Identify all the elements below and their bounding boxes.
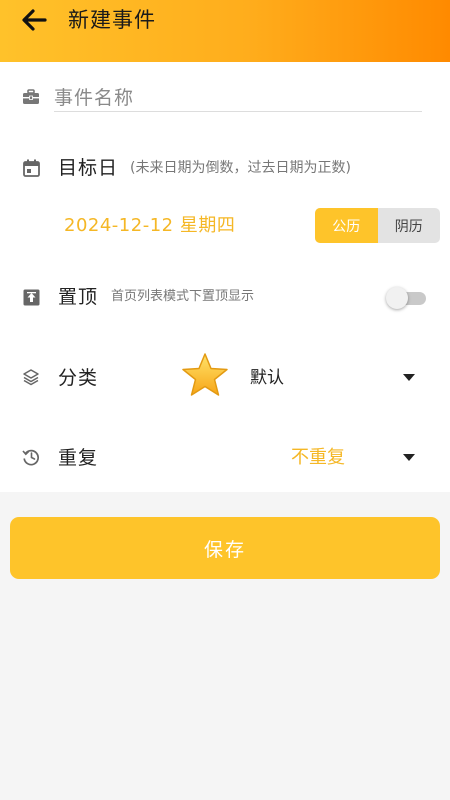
arrow-left-icon <box>22 9 47 31</box>
pin-top-switch[interactable] <box>386 287 426 309</box>
solar-calendar-option[interactable]: 公历 <box>315 208 378 243</box>
repeat-value[interactable]: 不重复 <box>291 444 345 472</box>
repeat-label: 重复 <box>58 447 99 469</box>
save-button[interactable]: 保存 <box>10 517 440 579</box>
date-picker-value[interactable]: 2024-12-12 星期四 <box>64 212 235 240</box>
event-name-input[interactable] <box>54 84 422 112</box>
category-value[interactable]: 默认 <box>250 364 284 392</box>
pin-top-hint: 首页列表模式下置顶显示 <box>111 289 255 304</box>
event-form: 目标日 (未来日期为倒数，过去日期为正数) 2024-12-12 星期四 公历 … <box>0 62 450 492</box>
pin-top-icon <box>20 286 42 308</box>
back-button[interactable] <box>16 4 52 36</box>
briefcase-icon <box>20 86 42 108</box>
page-title: 新建事件 <box>68 8 156 32</box>
lunar-calendar-option[interactable]: 阴历 <box>378 208 441 243</box>
target-date-hint: (未来日期为倒数，过去日期为正数) <box>130 160 351 176</box>
category-label: 分类 <box>58 367 99 389</box>
history-icon <box>20 446 42 468</box>
new-event-screen: 新建事件 事件名称 目标日 (未来日期为倒数，过去日期为正数) 2024-12-… <box>0 0 450 800</box>
pin-top-label: 置顶 <box>58 286 99 308</box>
layers-icon <box>20 366 42 388</box>
category-emoji-button[interactable] <box>181 352 229 398</box>
calendar-type-toggle: 公历 阴历 <box>315 208 440 243</box>
star-icon <box>182 353 228 396</box>
category-dropdown-arrow[interactable] <box>403 374 415 381</box>
calendar-icon <box>20 157 42 179</box>
app-header: 新建事件 <box>0 0 450 62</box>
switch-knob <box>386 287 408 309</box>
target-date-label: 目标日 <box>58 157 119 179</box>
repeat-dropdown-arrow[interactable] <box>403 454 415 461</box>
